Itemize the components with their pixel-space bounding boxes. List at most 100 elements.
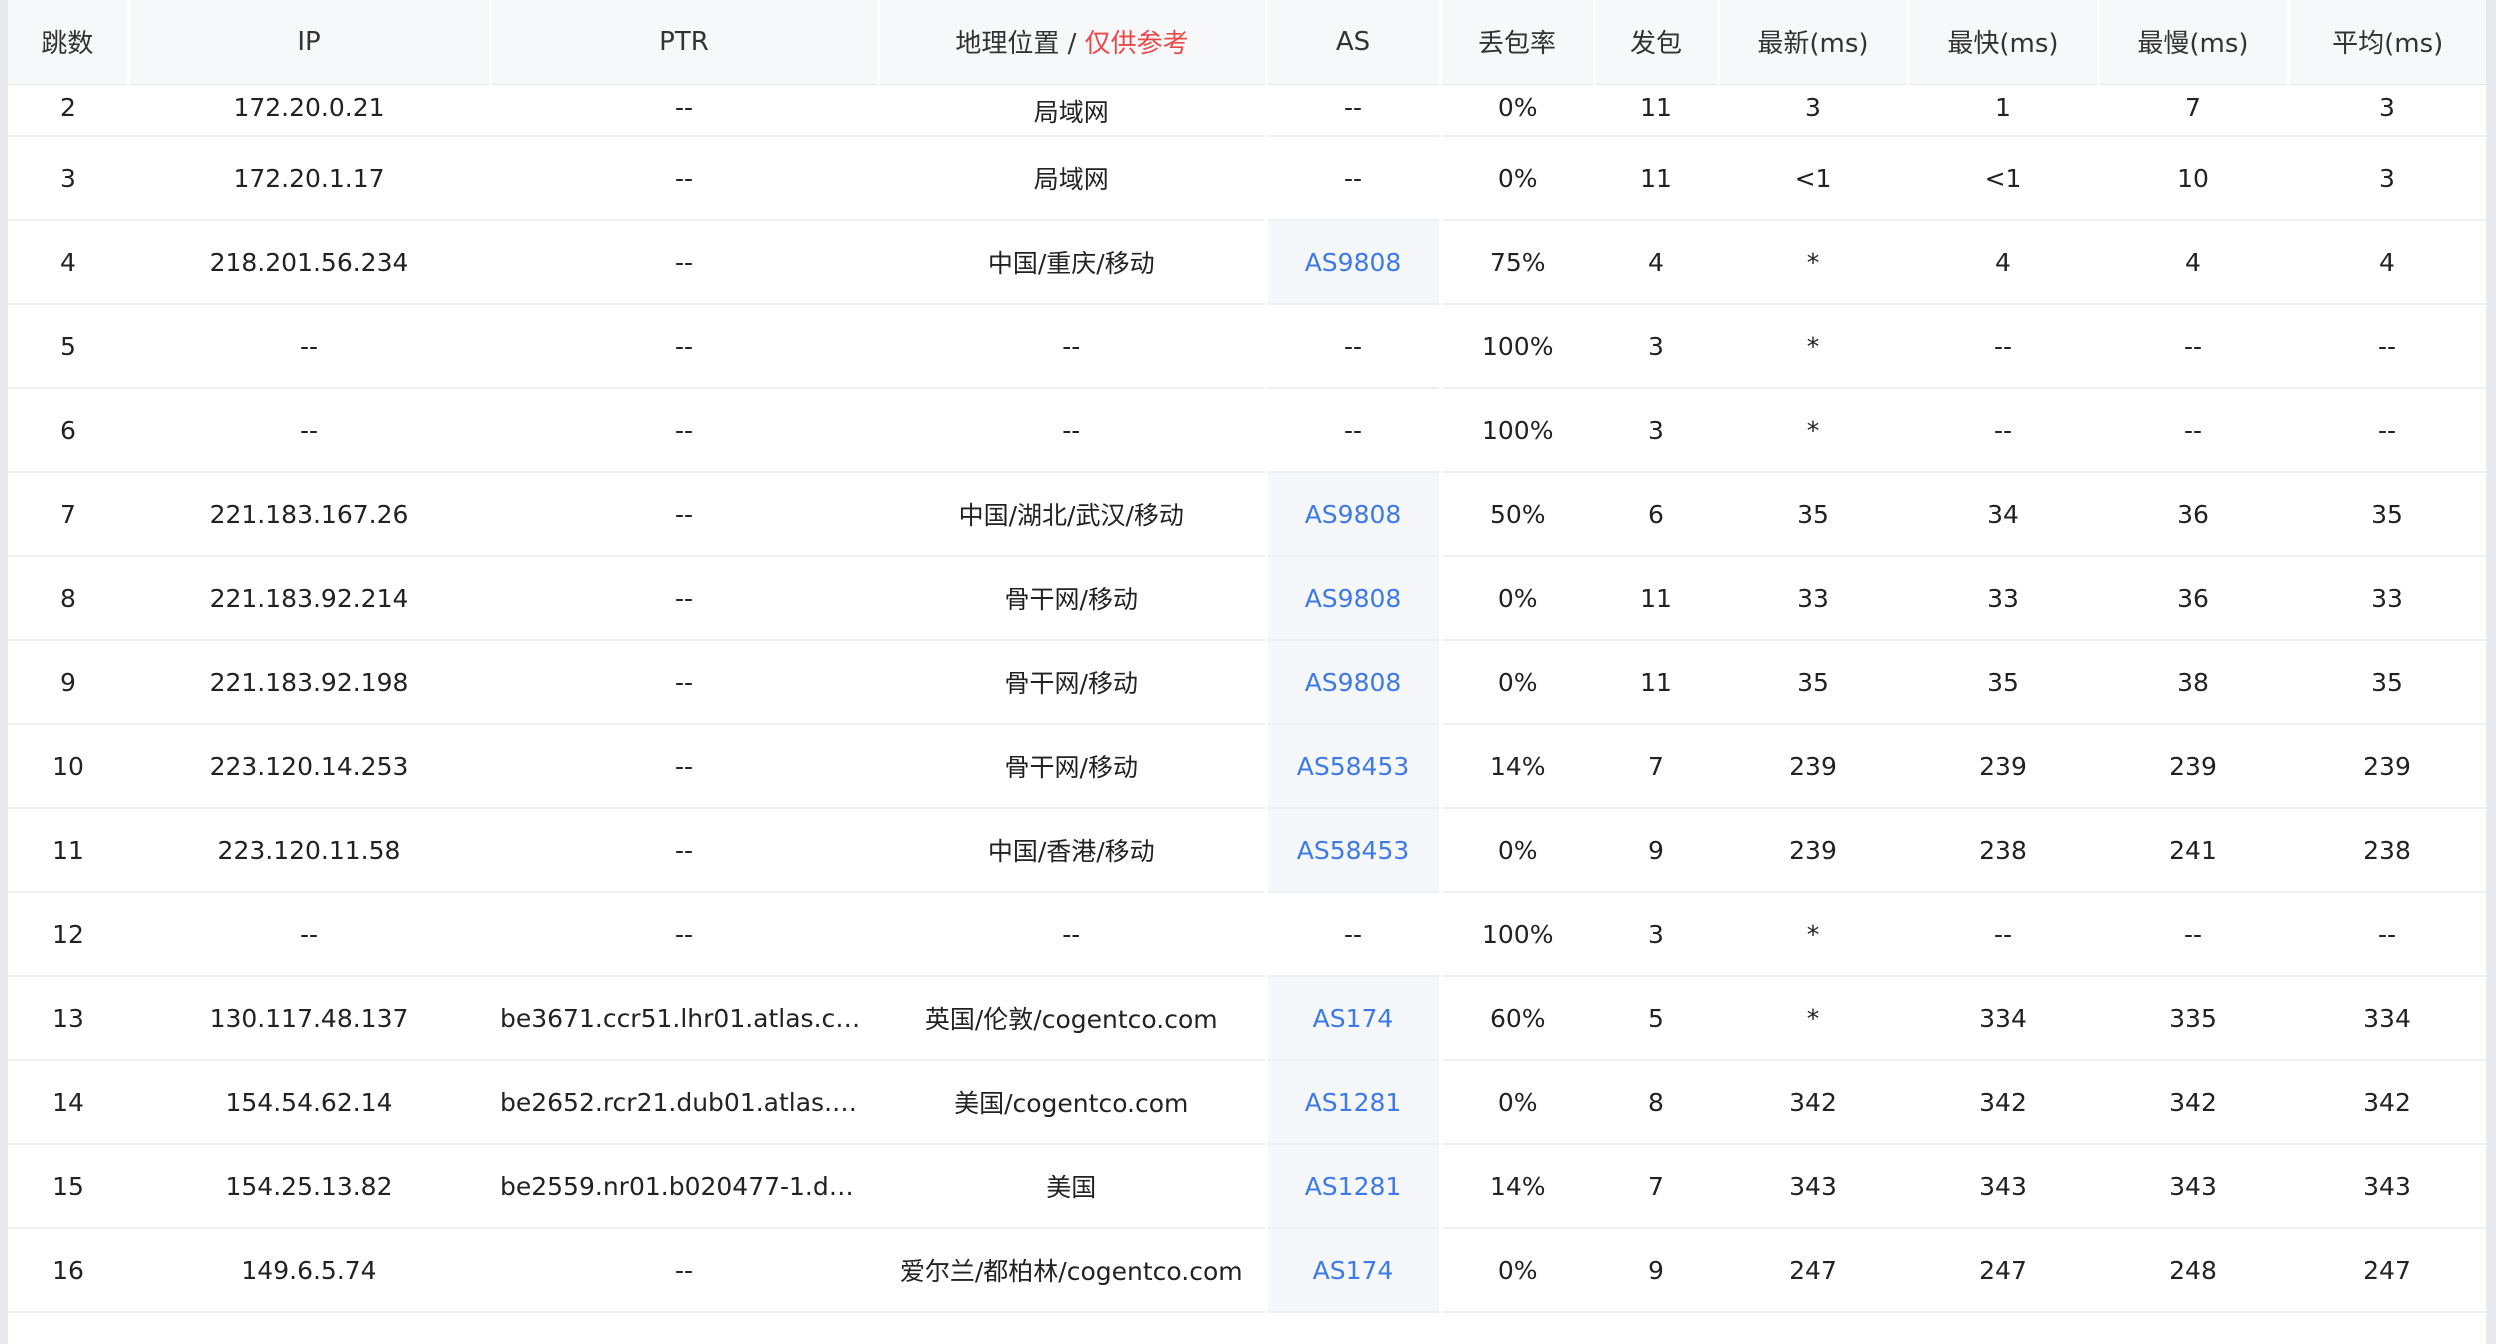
cell-best: 342 bbox=[1908, 1060, 2098, 1145]
cell-avg: -- bbox=[2288, 892, 2486, 977]
cell-best: -- bbox=[1908, 304, 2098, 389]
cell-best: <1 bbox=[1908, 136, 2098, 221]
cell-hop: 2 bbox=[8, 84, 128, 137]
cell-avg: 247 bbox=[2288, 1228, 2486, 1313]
cell-sent: 8 bbox=[1594, 1060, 1718, 1145]
cell-ip: -- bbox=[128, 388, 490, 473]
cell-ip: 154.25.13.82 bbox=[128, 1144, 490, 1229]
cell-hop: 10 bbox=[8, 724, 128, 809]
cell-loss: 60% bbox=[1440, 976, 1594, 1061]
cell-worst: 239 bbox=[2098, 724, 2288, 809]
cell-ip: 218.201.56.234 bbox=[128, 220, 490, 305]
header-loss[interactable]: 丢包率 bbox=[1440, 0, 1596, 85]
as-value: -- bbox=[1343, 415, 1363, 445]
as-link[interactable]: AS58453 bbox=[1297, 836, 1410, 865]
cell-loss: 0% bbox=[1440, 136, 1594, 221]
cell-sent: 5 bbox=[1594, 976, 1718, 1061]
cell-ptr: be2559.nr01.b020477-1.dub... bbox=[490, 1144, 878, 1229]
header-sent[interactable]: 发包 bbox=[1594, 0, 1720, 85]
cell-avg: 35 bbox=[2288, 640, 2486, 725]
cell-ip: -- bbox=[128, 892, 490, 977]
cell-geo: 局域网 bbox=[878, 84, 1266, 137]
table-row: 7 221.183.167.26 -- 中国/湖北/武汉/移动 AS9808 50% 6 35… bbox=[8, 472, 2486, 557]
table-row: 8 221.183.92.214 -- 骨干网/移动 AS9808 0% 11 33 33 36 3… bbox=[8, 556, 2486, 641]
cell-ptr: -- bbox=[490, 1228, 878, 1313]
cell-as: AS9808 bbox=[1264, 556, 1442, 641]
cell-ptr: be3671.ccr51.lhr01.atlas.cog... bbox=[490, 976, 878, 1061]
header-geo-label: 地理位置 / bbox=[955, 29, 1085, 60]
table-row: 4 218.201.56.234 -- 中国/重庆/移动 AS9808 75% 4 * 4 4 4 bbox=[8, 220, 2486, 305]
cell-best: 34 bbox=[1908, 472, 2098, 557]
cell-worst: -- bbox=[2098, 304, 2288, 389]
header-worst[interactable]: 最慢(ms) bbox=[2098, 0, 2290, 85]
cell-last: 247 bbox=[1718, 1228, 1908, 1313]
cell-last: 3 bbox=[1718, 84, 1908, 137]
as-link[interactable]: AS174 bbox=[1313, 1256, 1394, 1285]
cell-avg: -- bbox=[2288, 388, 2486, 473]
cell-ip: 154.54.62.14 bbox=[128, 1060, 490, 1145]
as-link[interactable]: AS1281 bbox=[1305, 1088, 1402, 1117]
cell-last: * bbox=[1718, 388, 1908, 473]
header-avg[interactable]: 平均(ms) bbox=[2288, 0, 2486, 85]
cell-last: * bbox=[1718, 304, 1908, 389]
as-link[interactable]: AS174 bbox=[1313, 1004, 1394, 1033]
cell-avg: 3 bbox=[2288, 84, 2486, 137]
cell-ip: 221.183.167.26 bbox=[128, 472, 490, 557]
table-row: 16 149.6.5.74 -- 爱尔兰/都柏林/cogentco.com AS174 0… bbox=[8, 1228, 2486, 1313]
traceroute-table-container: 跳数 IP PTR 地理位置 / 仅供参考 AS 丢包率 发包 最新(ms) 最… bbox=[8, 0, 2486, 1344]
cell-worst: 36 bbox=[2098, 472, 2288, 557]
table-row: 13 130.117.48.137 be3671.ccr51.lhr01.atlas… bbox=[8, 976, 2486, 1061]
as-value: -- bbox=[1343, 331, 1363, 361]
cell-best: 4 bbox=[1908, 220, 2098, 305]
table-row: 10 223.120.14.253 -- 骨干网/移动 AS58453 14% 7 239 23… bbox=[8, 724, 2486, 809]
cell-hop: 3 bbox=[8, 136, 128, 221]
cell-as: AS1281 bbox=[1264, 1060, 1442, 1145]
cell-avg: 239 bbox=[2288, 724, 2486, 809]
cell-sent: 11 bbox=[1594, 84, 1718, 137]
cell-geo: 中国/湖北/武汉/移动 bbox=[878, 472, 1266, 557]
cell-as: AS58453 bbox=[1264, 808, 1442, 893]
cell-hop: 15 bbox=[8, 1144, 128, 1229]
as-link[interactable]: AS9808 bbox=[1305, 668, 1402, 697]
cell-best: 334 bbox=[1908, 976, 2098, 1061]
cell-worst: 343 bbox=[2098, 1144, 2288, 1229]
as-link[interactable]: AS1281 bbox=[1305, 1172, 1402, 1201]
cell-ptr: -- bbox=[490, 808, 878, 893]
cell-geo: -- bbox=[878, 892, 1266, 977]
cell-loss: 100% bbox=[1440, 892, 1594, 977]
as-link[interactable]: AS9808 bbox=[1305, 500, 1402, 529]
header-best[interactable]: 最快(ms) bbox=[1908, 0, 2100, 85]
table-row: 15 154.25.13.82 be2559.nr01.b020477-1.dub.… bbox=[8, 1144, 2486, 1229]
cell-sent: 4 bbox=[1594, 220, 1718, 305]
cell-ip: 172.20.1.17 bbox=[128, 136, 490, 221]
as-link[interactable]: AS9808 bbox=[1305, 584, 1402, 613]
cell-as: -- bbox=[1264, 304, 1442, 389]
header-ptr[interactable]: PTR bbox=[490, 0, 880, 85]
cell-geo: -- bbox=[878, 388, 1266, 473]
table-body: 2 172.20.0.21 -- 局域网 -- 0% 11 3 1 7 3 3 172.20.1.17-… bbox=[8, 84, 2486, 1313]
header-ip[interactable]: IP bbox=[128, 0, 492, 85]
cell-as: -- bbox=[1264, 136, 1442, 221]
cell-worst: 10 bbox=[2098, 136, 2288, 221]
cell-hop: 6 bbox=[8, 388, 128, 473]
header-as[interactable]: AS bbox=[1266, 0, 1442, 85]
cell-hop: 8 bbox=[8, 556, 128, 641]
cell-worst: 335 bbox=[2098, 976, 2288, 1061]
as-value: -- bbox=[1343, 919, 1363, 949]
cell-avg: 238 bbox=[2288, 808, 2486, 893]
as-link[interactable]: AS9808 bbox=[1305, 248, 1402, 277]
cell-sent: 11 bbox=[1594, 640, 1718, 725]
cell-best: 33 bbox=[1908, 556, 2098, 641]
cell-as: AS9808 bbox=[1264, 640, 1442, 725]
cell-geo: 英国/伦敦/cogentco.com bbox=[878, 976, 1266, 1061]
cell-geo: 骨干网/移动 bbox=[878, 640, 1266, 725]
as-link[interactable]: AS58453 bbox=[1297, 752, 1410, 781]
cell-last: * bbox=[1718, 892, 1908, 977]
header-last[interactable]: 最新(ms) bbox=[1718, 0, 1910, 85]
header-geo[interactable]: 地理位置 / 仅供参考 bbox=[878, 0, 1268, 85]
header-hop[interactable]: 跳数 bbox=[8, 0, 130, 85]
cell-ptr: -- bbox=[490, 220, 878, 305]
cell-avg: 35 bbox=[2288, 472, 2486, 557]
cell-best: 343 bbox=[1908, 1144, 2098, 1229]
cell-worst: 38 bbox=[2098, 640, 2288, 725]
